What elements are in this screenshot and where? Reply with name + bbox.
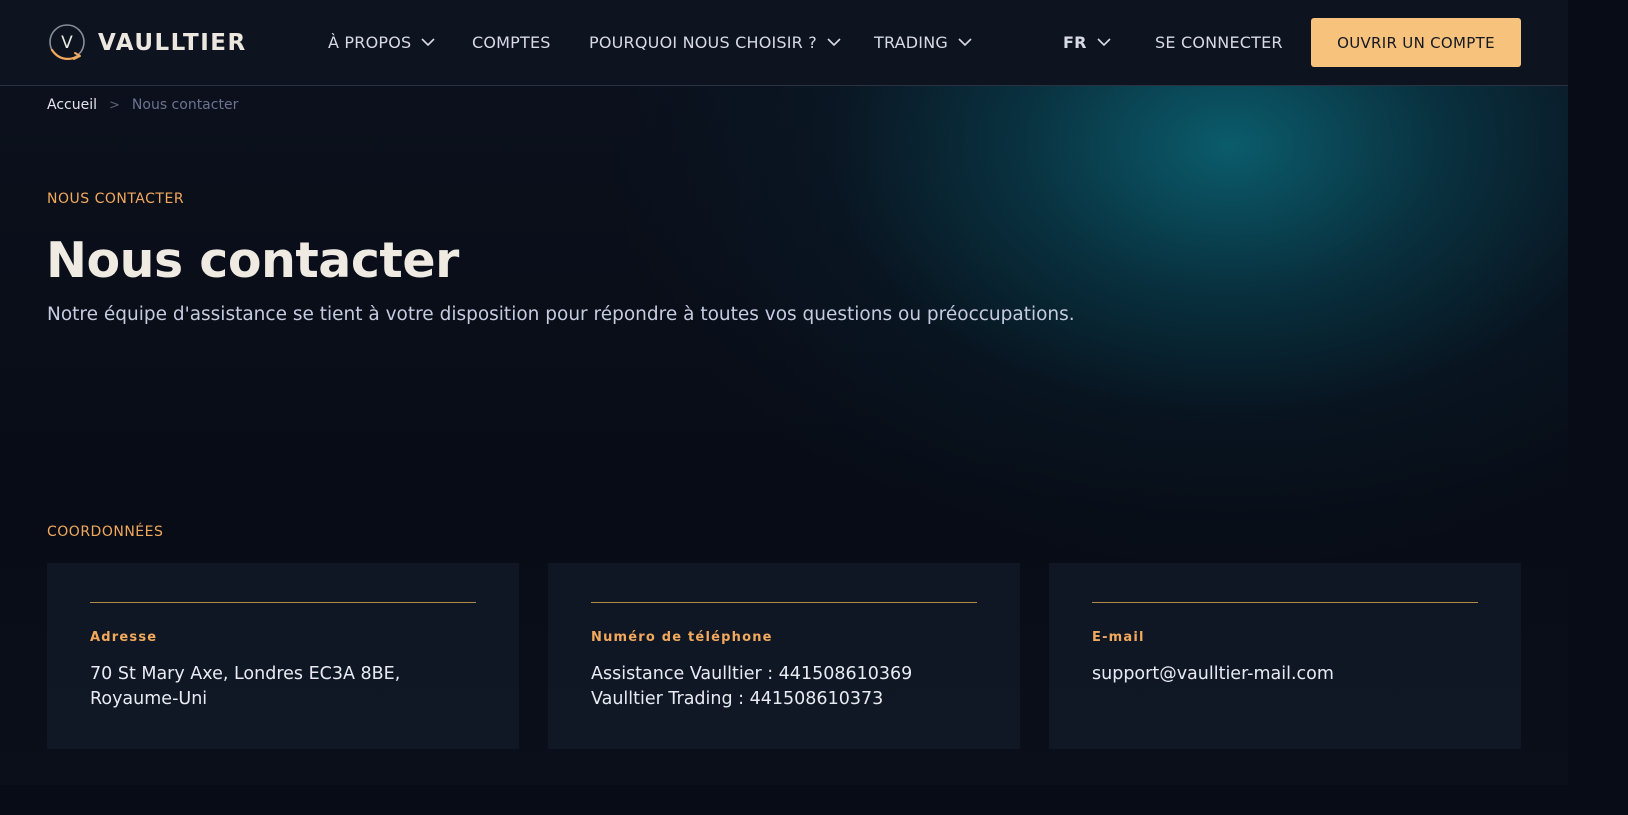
card-divider [591,602,977,603]
card-divider [1092,602,1478,603]
nav-label: À PROPOS [328,32,412,52]
contact-section-eyebrow: COORDONNÉES [47,524,164,540]
breadcrumb-current: Nous contacter [131,97,239,113]
breadcrumb-separator: > [109,97,120,113]
breadcrumb-home-link[interactable]: Accueil [47,97,97,113]
open-account-button[interactable]: OUVRIR UN COMPTE [1311,18,1521,67]
phone-value: Assistance Vaulltier : 441508610369 Vaul… [591,662,981,712]
phone-line-assistance[interactable]: Assistance Vaulltier : 441508610369 [591,662,981,687]
address-value: 70 St Mary Axe, Londres EC3A 8BE, Royaum… [90,662,480,712]
language-selector[interactable]: FR [1063,31,1111,53]
nav-label: TRADING [874,32,948,52]
logo-letter: V [61,33,73,53]
contact-card-address: Adresse 70 St Mary Axe, Londres EC3A 8BE… [47,563,519,749]
card-divider [90,602,476,603]
nav-item-comptes[interactable]: COMPTES [472,31,551,53]
chevron-down-icon [958,38,972,47]
open-account-label: OUVRIR UN COMPTE [1337,33,1495,52]
nav-label: POURQUOI NOUS CHOISIR ? [589,32,817,52]
hero-eyebrow: NOUS CONTACTER [47,191,185,207]
nav-label: COMPTES [472,32,551,52]
login-label: SE CONNECTER [1155,32,1283,52]
address-line: 70 St Mary Axe, Londres EC3A 8BE, Royaum… [90,664,401,709]
page-subtitle: Notre équipe d'assistance se tient à vot… [47,304,1075,325]
card-label: Numéro de téléphone [591,630,773,645]
contact-card-phone: Numéro de téléphone Assistance Vaulltier… [548,563,1020,749]
contact-card-email: E-mail support@vaulltier-mail.com [1049,563,1521,749]
brand-name: VAULLTIER [98,30,247,56]
nav-item-a-propos[interactable]: À PROPOS [328,31,435,53]
email-value: support@vaulltier-mail.com [1092,662,1482,687]
card-label: E-mail [1092,630,1145,645]
card-label: Adresse [90,630,158,645]
login-link[interactable]: SE CONNECTER [1155,31,1283,53]
site-header: V VAULLTIER À PROPOS COMPTES POURQUOI NO… [0,0,1568,86]
logo[interactable]: V VAULLTIER [47,23,247,63]
chevron-down-icon [421,38,435,47]
nav-item-trading[interactable]: TRADING [874,31,972,53]
language-label: FR [1063,32,1087,52]
chevron-down-icon [827,38,841,47]
vaulltier-logo-icon: V [47,23,87,63]
nav-item-pourquoi[interactable]: POURQUOI NOUS CHOISIR ? [589,31,841,53]
chevron-down-icon [1097,38,1111,47]
phone-line-trading[interactable]: Vaulltier Trading : 441508610373 [591,687,981,712]
email-link[interactable]: support@vaulltier-mail.com [1092,662,1482,687]
breadcrumb: Accueil > Nous contacter [47,97,238,113]
page-title: Nous contacter [46,232,459,289]
